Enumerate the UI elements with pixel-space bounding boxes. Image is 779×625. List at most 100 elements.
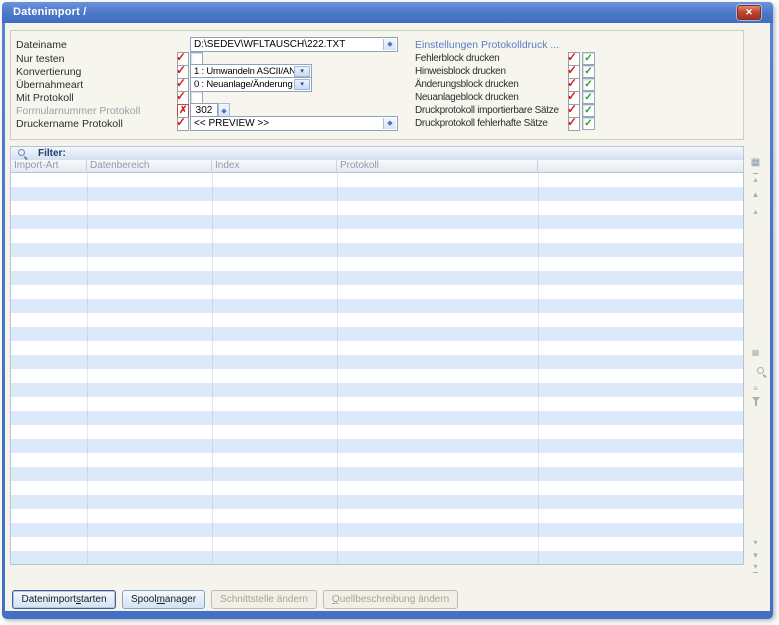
window-title: Datenimport / xyxy=(13,6,87,18)
chevron-down-icon[interactable]: ▾ xyxy=(294,66,310,77)
protokolldruck-label: Hinweisblock drucken xyxy=(415,66,506,77)
column-header-datenbereich[interactable]: Datenbereich xyxy=(87,160,212,173)
table-row[interactable] xyxy=(11,369,743,383)
protokolldruck-label: Fehlerblock drucken xyxy=(415,53,499,64)
table-row[interactable] xyxy=(11,397,743,411)
table-row[interactable] xyxy=(11,229,743,243)
formularnummer-label: Formularnummer Protokoll xyxy=(16,105,140,117)
column-divider xyxy=(87,173,88,564)
uebernahmeart-dropdown[interactable]: 0 : Neuanlage/Änderung ▾ xyxy=(190,77,312,92)
scroll-up-button[interactable]: ▴ xyxy=(747,207,764,216)
scroll-last-button[interactable]: ▾ xyxy=(747,562,764,573)
table-row[interactable] xyxy=(11,411,743,425)
protokolldruck-label: Neuanlageblock drucken xyxy=(415,92,518,103)
druckername-label: Druckername Protokoll xyxy=(16,118,123,130)
protokolldruck-label: Druckprotokoll fehlerhafte Sätze xyxy=(415,118,548,129)
table-row[interactable] xyxy=(11,187,743,201)
protokolldruck-label: Änderungsblock drucken xyxy=(415,79,518,90)
protokolldruck-label: Druckprotokoll importierbare Sätze xyxy=(415,105,559,116)
table-row[interactable] xyxy=(11,537,743,551)
table-row[interactable] xyxy=(11,327,743,341)
scroll-first-button[interactable]: ▴ xyxy=(747,173,764,184)
table-row[interactable] xyxy=(11,383,743,397)
sort-button[interactable]: ≡ xyxy=(747,384,764,393)
table-row[interactable] xyxy=(11,467,743,481)
table-row[interactable] xyxy=(11,215,743,229)
mit-protokoll-label: Mit Protokoll xyxy=(16,92,74,104)
doc-check-icon[interactable]: ✓ xyxy=(177,117,189,131)
form-row-dateiname: Dateiname D:\SEDEV\WFLTAUSCH\222.TXT ◆ xyxy=(5,38,745,52)
print-checkbox[interactable]: ✓ xyxy=(582,117,595,130)
nur-testen-label: Nur testen xyxy=(16,53,64,65)
table-row[interactable] xyxy=(11,481,743,495)
doc-check-icon[interactable]: ✓ xyxy=(568,117,580,131)
column-divider xyxy=(538,173,539,564)
table-row[interactable] xyxy=(11,439,743,453)
datenimport-window: Datenimport / ✕ Dateiname D:\SEDEV\WFLTA… xyxy=(2,2,773,619)
table-row[interactable] xyxy=(11,355,743,369)
druckername-field[interactable]: << PREVIEW >> ◆ xyxy=(190,116,398,131)
columns-button[interactable]: ▦ xyxy=(747,348,764,357)
table-row[interactable] xyxy=(11,551,743,565)
table-row[interactable] xyxy=(11,509,743,523)
protokolldruck-heading[interactable]: Einstellungen Protokolldruck ... xyxy=(415,39,559,51)
doc-check-icon[interactable]: ✓ xyxy=(177,91,189,105)
page-down-button[interactable]: ▼ xyxy=(747,551,764,560)
print-checkbox[interactable]: ✓ xyxy=(582,91,595,104)
column-header-protokoll[interactable]: Protokoll xyxy=(337,160,538,173)
table-row[interactable] xyxy=(11,299,743,313)
konvertierung-label: Konvertierung xyxy=(16,66,81,78)
dialog-body: Dateiname D:\SEDEV\WFLTAUSCH\222.TXT ◆ N… xyxy=(5,23,770,611)
protokolldruck-row: Druckprotokoll importierbare Sätze✓✓ xyxy=(415,104,745,117)
print-checkbox[interactable]: ✓ xyxy=(582,65,595,78)
scroll-down-button[interactable]: ▾ xyxy=(747,538,764,547)
filter-bar: Filter: xyxy=(10,146,744,160)
column-header-index[interactable]: Index xyxy=(212,160,337,173)
table-row[interactable] xyxy=(11,341,743,355)
print-checkbox[interactable]: ✓ xyxy=(582,104,595,117)
table-row[interactable] xyxy=(11,271,743,285)
druckername-picker-icon[interactable]: ◆ xyxy=(383,118,396,129)
column-chooser-icon[interactable]: ▦ xyxy=(747,157,764,168)
table-row[interactable] xyxy=(11,173,743,187)
table-row[interactable] xyxy=(11,523,743,537)
filter-search-icon[interactable] xyxy=(17,148,28,159)
schnittstelle-aendern-button: Schnittstelle ändern xyxy=(211,590,317,609)
protokolldruck-row: Fehlerblock drucken✓✓ xyxy=(415,52,745,65)
table-row[interactable] xyxy=(11,243,743,257)
funnel-icon xyxy=(752,397,760,415)
table-body[interactable] xyxy=(10,173,744,565)
table-row[interactable] xyxy=(11,425,743,439)
table-row[interactable] xyxy=(11,201,743,215)
column-divider xyxy=(212,173,213,564)
protokolldruck-row: Hinweisblock drucken✓✓ xyxy=(415,65,745,78)
spoolmanager-button[interactable]: Spoolmanager xyxy=(122,590,205,609)
column-divider xyxy=(337,173,338,564)
protokolldruck-row: Neuanlageblock drucken✓✓ xyxy=(415,91,745,104)
print-checkbox[interactable]: ✓ xyxy=(582,52,595,65)
table-row[interactable] xyxy=(11,313,743,327)
title-bar: Datenimport / ✕ xyxy=(2,2,773,23)
quellbeschreibung-aendern-button: Quellbeschreibung ändern xyxy=(323,590,458,609)
datenimport-starten-button[interactable]: Datenimport starten xyxy=(12,590,116,609)
uebernahmeart-label: Übernahmeart xyxy=(16,79,83,91)
column-header-import-art[interactable]: Import-Art xyxy=(11,160,87,173)
chevron-down-icon[interactable]: ▾ xyxy=(294,79,310,90)
filter-funnel-button[interactable] xyxy=(747,402,764,411)
close-button[interactable]: ✕ xyxy=(737,5,761,20)
footer-button-bar: Datenimport starten Spoolmanager Schnitt… xyxy=(12,590,458,609)
table-header: Import-Art Datenbereich Index Protokoll xyxy=(10,160,744,173)
filter-label: Filter: xyxy=(38,148,66,159)
table-row[interactable] xyxy=(11,285,743,299)
protokolldruck-row: Druckprotokoll fehlerhafte Sätze ✓✓ xyxy=(415,117,745,130)
print-checkbox[interactable]: ✓ xyxy=(582,78,595,91)
table-side-toolbar: ▦ ▴ ▲ ▴ ▦ ≡ ▾ ▼ ▾ xyxy=(747,155,764,567)
table-row[interactable] xyxy=(11,453,743,467)
dateiname-label: Dateiname xyxy=(16,39,67,51)
dateiname-field[interactable]: D:\SEDEV\WFLTAUSCH\222.TXT ◆ xyxy=(190,37,398,52)
table-row[interactable] xyxy=(11,257,743,271)
column-header-empty xyxy=(538,160,743,173)
page-up-button[interactable]: ▲ xyxy=(747,190,764,199)
table-row[interactable] xyxy=(11,495,743,509)
dateiname-picker-icon[interactable]: ◆ xyxy=(383,39,396,50)
